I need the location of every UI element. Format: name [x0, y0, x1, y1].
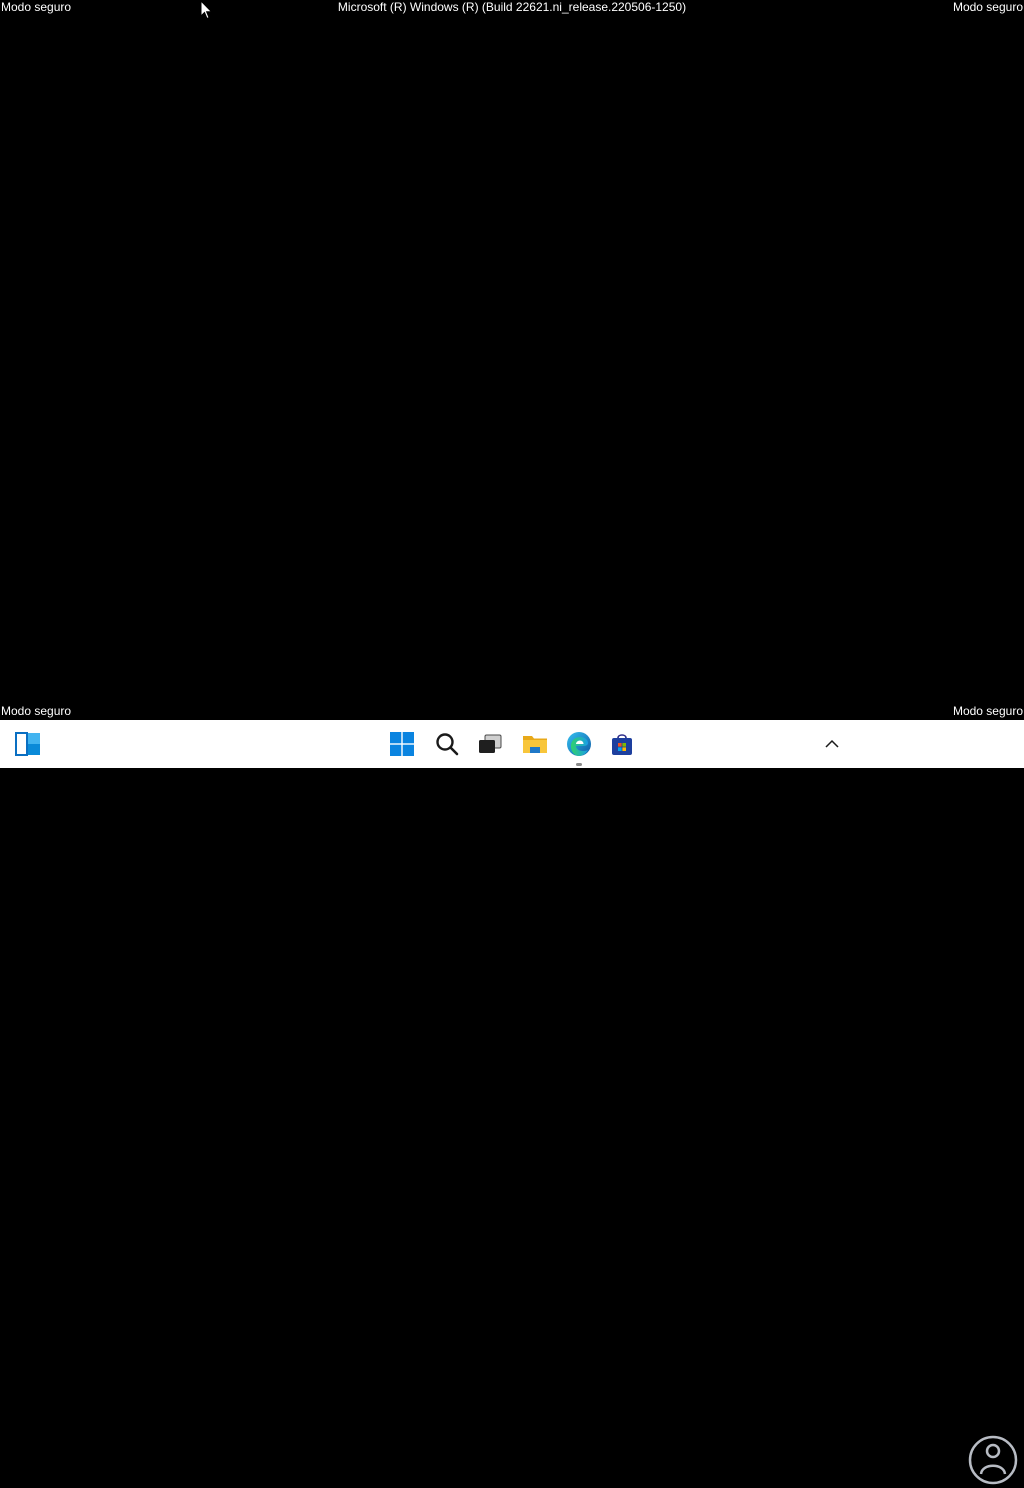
- store-button[interactable]: [602, 724, 642, 764]
- edge-browser-icon: [567, 732, 591, 756]
- desktop-background: Modo seguro Microsoft (R) Windows (R) (B…: [0, 0, 1024, 720]
- taskbar: [0, 720, 1024, 1485]
- show-hidden-icons-button[interactable]: [812, 724, 852, 764]
- watermark-logo-icon: [968, 1435, 1018, 1485]
- mouse-pointer-icon: [200, 0, 213, 20]
- task-view-button[interactable]: [470, 724, 510, 764]
- running-indicator: [576, 763, 582, 766]
- search-icon: [436, 733, 459, 756]
- store-icon: [612, 734, 632, 755]
- safe-mode-label-top-right: Modo seguro: [952, 0, 1023, 14]
- folder-icon: [523, 736, 547, 753]
- build-info-label: Microsoft (R) Windows (R) (Build 22621.n…: [337, 0, 687, 14]
- widgets-button[interactable]: [8, 724, 48, 764]
- task-view-icon: [479, 734, 502, 753]
- windows-logo-icon: [390, 732, 414, 756]
- safe-mode-label-bottom-left: Modo seguro: [1, 704, 72, 718]
- safe-mode-label-bottom-right: Modo seguro: [952, 704, 1023, 718]
- start-button[interactable]: [382, 724, 422, 764]
- edge-button[interactable]: [559, 724, 599, 766]
- file-explorer-button[interactable]: [515, 724, 555, 764]
- chevron-up-icon: [825, 739, 839, 748]
- search-button[interactable]: [427, 724, 467, 764]
- widgets-icon: [15, 732, 40, 756]
